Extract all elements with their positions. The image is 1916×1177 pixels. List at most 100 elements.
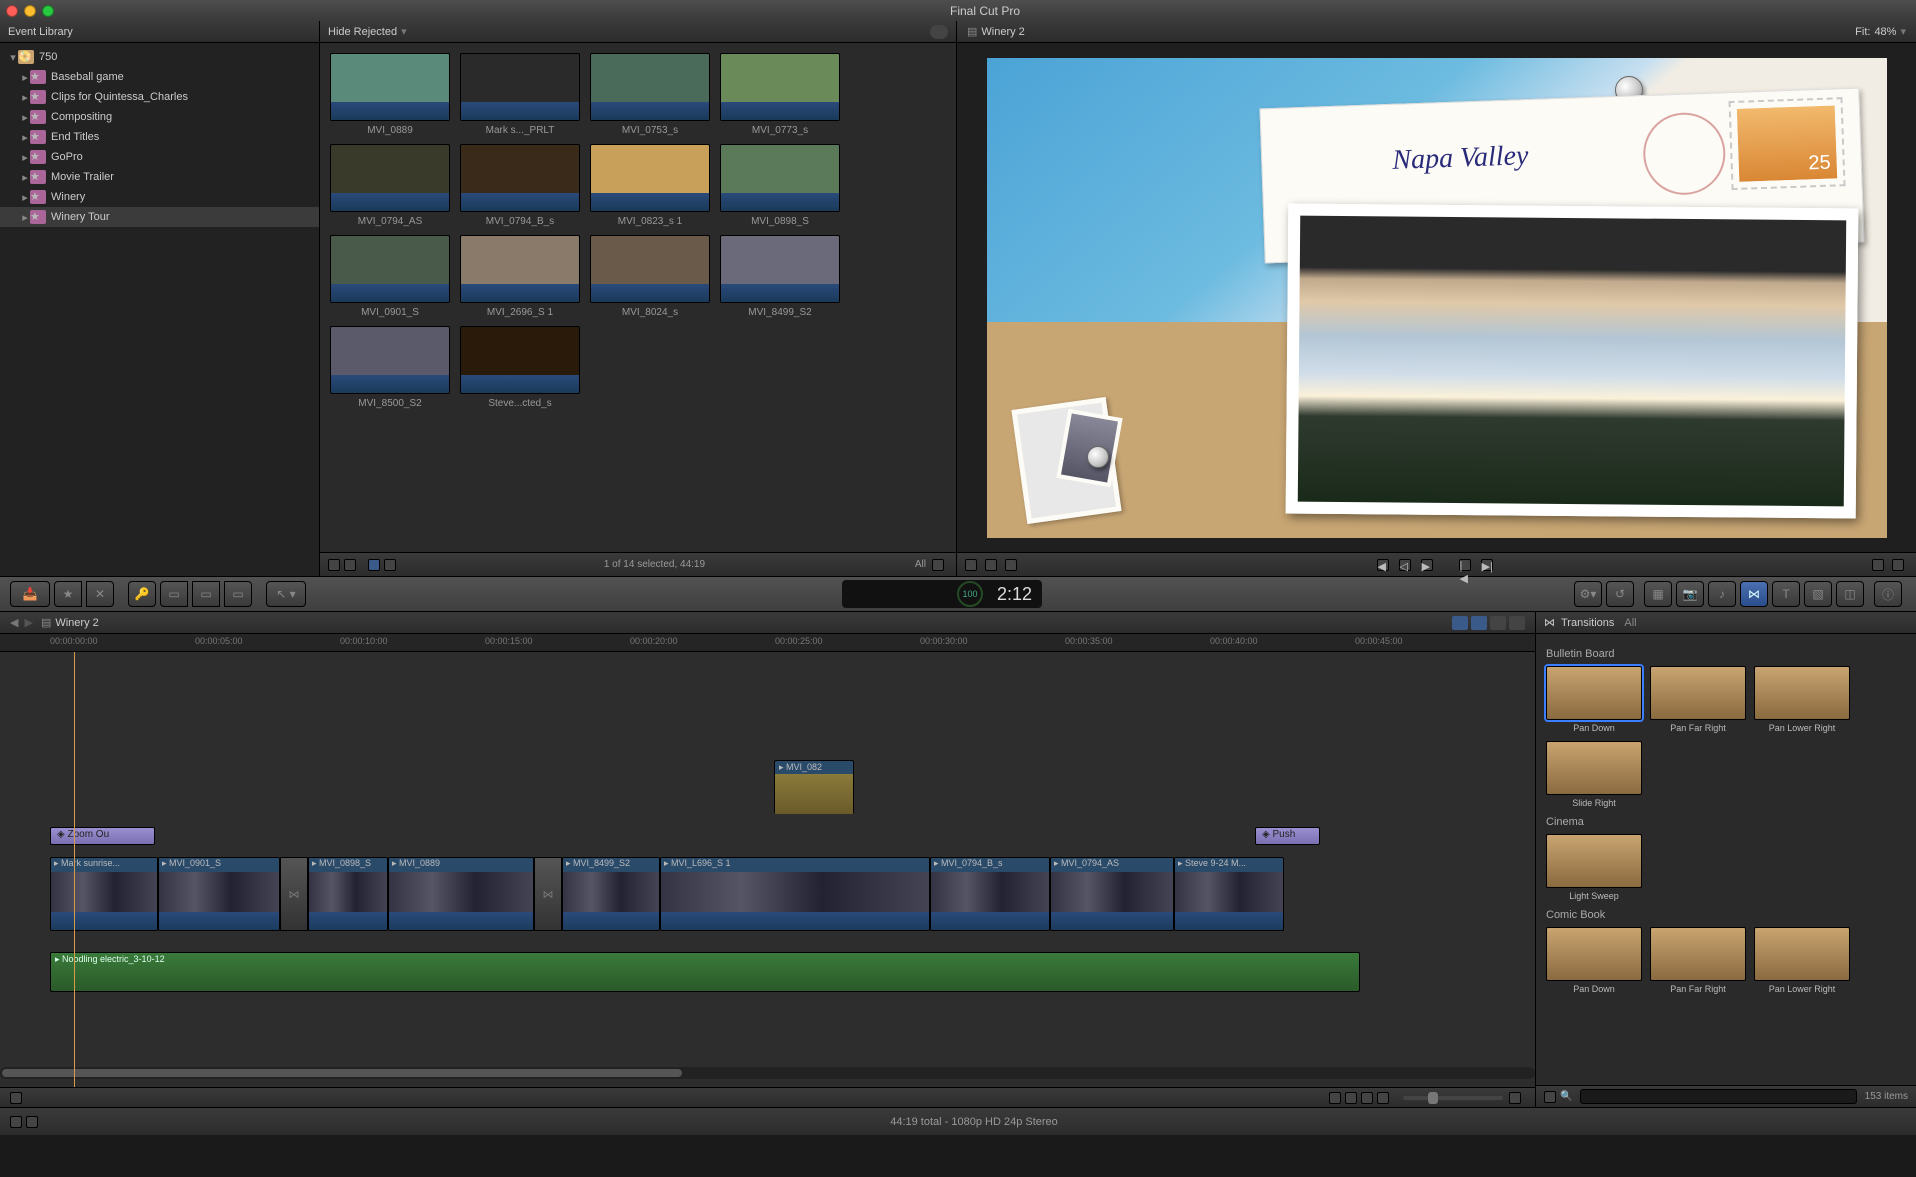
skimming-toggle[interactable] — [1329, 1092, 1341, 1104]
clip-thumbnail[interactable]: MVI_0753_s — [590, 53, 710, 136]
storyline-clip[interactable]: ▸ MVI_0901_S — [158, 857, 280, 931]
title-clip[interactable]: ◈ Zoom Ou — [50, 827, 155, 845]
transitions-scope-label[interactable]: All — [1624, 617, 1636, 629]
clip-appearance-button[interactable] — [932, 559, 944, 571]
import-button[interactable] — [328, 559, 340, 571]
storyline-clip[interactable]: ▸ Steve 9-24 M... — [1174, 857, 1284, 931]
timeline-index-button[interactable] — [10, 1092, 22, 1104]
transition-thumbnail[interactable]: Light Sweep — [1546, 834, 1642, 901]
timeline-ruler[interactable]: 00:00:00:0000:00:05:0000:00:10:0000:00:1… — [0, 634, 1535, 652]
filter-mode-label[interactable]: Hide Rejected — [328, 26, 397, 38]
titles-browser-button[interactable]: T — [1772, 581, 1800, 607]
title-clip[interactable]: ◈ Push — [1255, 827, 1320, 845]
clip-thumbnail[interactable]: MVI_0794_B_s — [460, 144, 580, 227]
append-clip-button[interactable]: ▭ — [224, 581, 252, 607]
music-browser-button[interactable]: ♪ — [1708, 581, 1736, 607]
solo-toggle[interactable] — [1361, 1092, 1373, 1104]
storyline-clip[interactable]: ▸ MVI_0889 — [388, 857, 534, 931]
clip-thumbnail[interactable]: Steve...cted_s — [460, 326, 580, 409]
clip-thumbnail[interactable]: MVI_0889 — [330, 53, 450, 136]
transitions-browser-button[interactable]: ⋈ — [1740, 581, 1768, 607]
library-root[interactable]: ▾📀750 — [0, 47, 319, 67]
filmstrip-view-button[interactable] — [368, 559, 380, 571]
clip-thumbnail[interactable]: MVI_8024_s — [590, 235, 710, 318]
fullscreen-button[interactable] — [1872, 559, 1884, 571]
transition-thumbnail[interactable]: Pan Lower Right — [1754, 666, 1850, 733]
gear-icon[interactable] — [344, 559, 356, 571]
import-media-button[interactable]: 📥 — [10, 581, 50, 607]
storyline-clip[interactable]: ▸ MVI_L696_S 1 — [660, 857, 930, 931]
list-view-button[interactable] — [384, 559, 396, 571]
event-item[interactable]: ▸★Winery — [0, 187, 319, 207]
event-item[interactable]: ▸★End Titles — [0, 127, 319, 147]
storyline-clip[interactable]: ▸ MVI_0898_S — [308, 857, 388, 931]
timeline-body[interactable]: ◈ Zoom Ou ◈ Push ▸ MVI_082 ▸ Mark sunrise..… — [0, 652, 1535, 1087]
transition-thumbnail[interactable]: Slide Right — [1546, 741, 1642, 808]
transitions-view-button[interactable] — [1544, 1091, 1556, 1103]
event-item[interactable]: ▸★Winery Tour — [0, 207, 319, 227]
inspector-toggle-button[interactable]: ⓘ — [1874, 581, 1902, 607]
loop-button[interactable] — [1892, 559, 1904, 571]
play-reverse-button[interactable]: ◁ — [1399, 559, 1411, 571]
themes-browser-button[interactable]: ◫ — [1836, 581, 1864, 607]
transition-thumbnail[interactable]: Pan Down — [1546, 927, 1642, 994]
all-toggle-label[interactable]: All — [915, 559, 926, 570]
clip-thumbnail-grid[interactable]: MVI_0889Mark s..._PRLTMVI_0753_sMVI_0773… — [320, 43, 956, 552]
background-tasks-dial[interactable]: 100 — [957, 581, 983, 607]
audio-clip[interactable]: ▸ Noodling electric_3-10-12 — [50, 952, 1360, 992]
event-item[interactable]: ▸★Compositing — [0, 107, 319, 127]
minimize-window-button[interactable] — [24, 5, 36, 17]
search-icon[interactable] — [930, 25, 948, 39]
event-item[interactable]: ▸★Clips for Quintessa_Charles — [0, 87, 319, 107]
prev-clip-button[interactable]: ◀︎ — [1377, 559, 1389, 571]
clip-thumbnail[interactable]: MVI_0773_s — [720, 53, 840, 136]
fit-dropdown-icon[interactable]: ▾ — [1900, 25, 1906, 38]
filter-dropdown-icon[interactable]: ▾ — [401, 25, 407, 38]
event-item[interactable]: ▸★Movie Trailer — [0, 167, 319, 187]
connected-clip[interactable]: ▸ MVI_082 — [774, 760, 854, 814]
retime-menu-button[interactable]: ⚙︎▾ — [1574, 581, 1602, 607]
clip-thumbnail[interactable]: MVI_0823_s 1 — [590, 144, 710, 227]
clip-thumbnail[interactable]: Mark s..._PRLT — [460, 53, 580, 136]
audio-skimming-toggle[interactable] — [1345, 1092, 1357, 1104]
storyline-clip[interactable]: ▸ MVI_0794_B_s — [930, 857, 1050, 931]
storyline-clip[interactable]: ▸ Mark sunrise... — [50, 857, 158, 931]
transform-tool-button[interactable] — [965, 559, 977, 571]
zoom-window-button[interactable] — [42, 5, 54, 17]
clip-thumbnail[interactable]: MVI_0898_S — [720, 144, 840, 227]
snapping-controls[interactable] — [1452, 616, 1525, 630]
transition-clip[interactable]: ⋈ — [280, 857, 308, 931]
viewer-frame[interactable]: Napa Valley — [957, 43, 1916, 552]
photos-browser-button[interactable]: 📷 — [1676, 581, 1704, 607]
close-window-button[interactable] — [6, 5, 18, 17]
play-button[interactable]: ▶ — [1421, 559, 1433, 571]
transition-thumbnail[interactable]: Pan Lower Right — [1754, 927, 1850, 994]
timeline-scrollbar[interactable] — [0, 1067, 1535, 1079]
clip-thumbnail[interactable]: MVI_8499_S2 — [720, 235, 840, 318]
keyword-button[interactable]: 🔑 — [128, 581, 156, 607]
event-item[interactable]: ▸★GoPro — [0, 147, 319, 167]
timeline-back-button[interactable]: ◀ — [10, 616, 18, 629]
select-tool-button[interactable]: ↖︎ ▾ — [266, 581, 306, 607]
enhance-button[interactable]: ↺ — [1606, 581, 1634, 607]
transitions-search-input[interactable] — [1580, 1089, 1856, 1104]
distort-tool-button[interactable] — [1005, 559, 1017, 571]
event-tree[interactable]: ▾📀750▸★Baseball game▸★Clips for Quintess… — [0, 43, 319, 576]
connect-clip-button[interactable]: ▭ — [160, 581, 188, 607]
transitions-list[interactable]: Bulletin BoardPan DownPan Far RightPan L… — [1536, 634, 1916, 1085]
effects-browser-button[interactable]: ▦ — [1644, 581, 1672, 607]
transition-thumbnail[interactable]: Pan Far Right — [1650, 666, 1746, 733]
favorite-button[interactable]: ★ — [54, 581, 82, 607]
storyline-clip[interactable]: ▸ MVI_0794_AS — [1050, 857, 1174, 931]
zoom-slider[interactable] — [1403, 1096, 1503, 1100]
next-frame-button[interactable]: ▶| — [1481, 559, 1493, 571]
reject-button[interactable]: ✕ — [86, 581, 114, 607]
generators-browser-button[interactable]: ▧ — [1804, 581, 1832, 607]
fit-value[interactable]: 48% — [1874, 26, 1896, 38]
clip-thumbnail[interactable]: MVI_0794_AS — [330, 144, 450, 227]
transition-thumbnail[interactable]: Pan Down — [1546, 666, 1642, 733]
storyline-clip[interactable]: ▸ MVI_8499_S2 — [562, 857, 660, 931]
prev-frame-button[interactable]: |◀ — [1459, 559, 1471, 571]
snapping-toggle[interactable] — [1377, 1092, 1389, 1104]
playhead[interactable] — [74, 652, 75, 1087]
